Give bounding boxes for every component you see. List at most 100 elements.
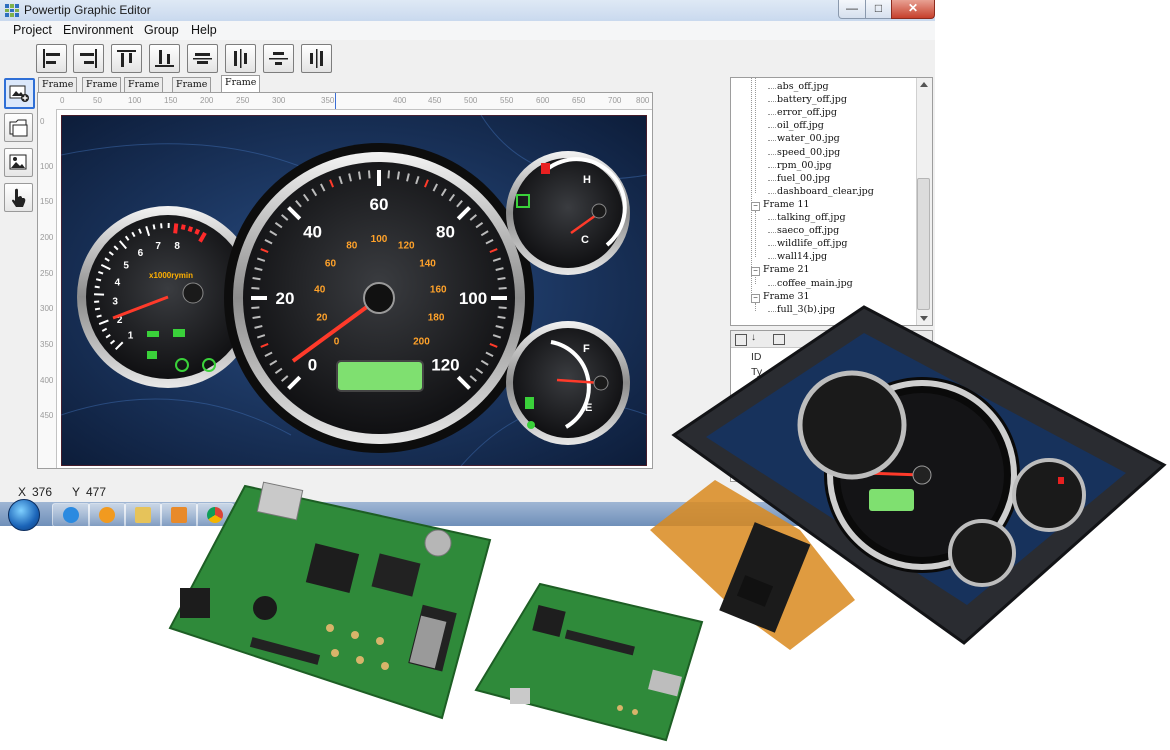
speed-label: 40 xyxy=(303,223,322,242)
tab-frame-21[interactable]: Frame 21 xyxy=(172,77,212,104)
app-icon xyxy=(5,4,19,17)
tree-connector xyxy=(768,258,776,260)
speed-inner-label: 100 xyxy=(371,234,388,245)
align-top-button[interactable] xyxy=(111,44,142,73)
scroll-up-arrow-icon[interactable] xyxy=(920,82,928,87)
picture-tool[interactable] xyxy=(4,148,33,177)
menu-group[interactable]: Group xyxy=(144,23,179,37)
ruler-h-label: 200 xyxy=(200,96,214,105)
fuel-pump-icon xyxy=(525,397,534,409)
align-left-icon xyxy=(43,49,60,68)
touch-tool[interactable] xyxy=(4,183,33,212)
speed-label: 100 xyxy=(459,289,487,308)
tab-frame-1[interactable]: Frame 1 xyxy=(82,77,122,104)
speed-inner-label: 0 xyxy=(334,336,340,347)
rpm-tick xyxy=(173,223,179,234)
speed-tick xyxy=(251,286,260,290)
dashboard-artwork[interactable]: 1234567 8 x1000rymin 02040608010012002040… xyxy=(61,115,647,466)
speed-inner-label: 20 xyxy=(316,313,328,324)
folder-icon xyxy=(135,507,151,523)
close-button[interactable]: ✕ xyxy=(891,0,935,19)
tree-image-node[interactable]: oil_off.jpg xyxy=(777,120,824,131)
distribute-vertical-button[interactable] xyxy=(301,44,332,73)
tree-image-node[interactable]: talking_off.jpg xyxy=(777,212,846,223)
menu-environment[interactable]: Environment xyxy=(63,23,133,37)
tree-image-node[interactable]: water_00.jpg xyxy=(777,133,840,144)
align-left-button[interactable] xyxy=(36,44,67,73)
fuel-gauge: F E xyxy=(506,321,630,445)
maximize-button[interactable]: □ xyxy=(865,0,892,19)
taskbar-media[interactable] xyxy=(88,503,126,527)
tree-image-node[interactable]: wall14.jpg xyxy=(777,251,827,262)
taskbar-explorer[interactable] xyxy=(124,503,162,527)
tree-collapse-icon[interactable]: − xyxy=(751,201,760,211)
resource-tree[interactable]: abs_off.jpg battery_off.jpg error_off.jpgo… xyxy=(730,77,933,326)
add-image-tool[interactable] xyxy=(4,78,35,109)
rpm-label: 4 xyxy=(115,277,121,288)
ruler-v-label: 0 xyxy=(40,117,45,126)
tree-connector xyxy=(768,88,776,89)
window-title: Powertip Graphic Editor xyxy=(24,3,151,17)
ruler-h-label: 50 xyxy=(93,96,102,105)
ruler-h-label: 800 xyxy=(636,96,650,105)
title-bar[interactable]: Powertip Graphic Editor — □ ✕ xyxy=(0,0,935,22)
align-right-button[interactable] xyxy=(73,44,104,73)
tab-frame-31[interactable]: Frame 31 xyxy=(221,75,261,102)
tree-image-node[interactable]: wildlife_off.jpg xyxy=(777,238,848,249)
tree-image-node[interactable]: battery_off.jpg xyxy=(777,94,847,105)
distribute-horizontal-button[interactable] xyxy=(225,44,256,73)
tree-image-node[interactable]: fuel_00.jpg xyxy=(777,173,830,184)
rpm-tick xyxy=(94,285,100,289)
speed-label: 20 xyxy=(276,289,295,308)
ruler-h-label: 550 xyxy=(500,96,514,105)
tree-image-node[interactable]: error_off.jpg xyxy=(777,107,837,118)
menu-help[interactable]: Help xyxy=(191,23,217,37)
tree-frame-node[interactable]: Frame 11 xyxy=(763,199,810,210)
tree-frame-node[interactable]: Frame 31 xyxy=(763,291,810,302)
speed-tick xyxy=(252,315,261,320)
tree-image-node[interactable]: rpm_00.jpg xyxy=(777,160,832,171)
design-canvas[interactable]: 0 50 100 150 200 250 300 350 400 450 500… xyxy=(37,92,653,469)
picture-icon xyxy=(9,154,27,170)
tree-image-node[interactable]: speed_00.jpg xyxy=(777,147,840,158)
tree-scrollbar[interactable] xyxy=(916,78,932,325)
ruler-h-label: 0 xyxy=(60,96,65,105)
tree-image-node[interactable]: dashboard_clear.jpg xyxy=(777,186,874,197)
tree-connector xyxy=(768,192,776,194)
ruler-v-label: 200 xyxy=(40,233,54,242)
start-button[interactable] xyxy=(8,499,40,531)
align-top-icon xyxy=(117,50,136,67)
distribute-horizontal-icon xyxy=(234,49,247,68)
ruler-h-label: 250 xyxy=(236,96,250,105)
ruler-h-label: 400 xyxy=(393,96,407,105)
rpm-unit-label: x1000rymin xyxy=(149,271,193,280)
pages-tool[interactable] xyxy=(4,113,33,142)
center-vertical-button[interactable] xyxy=(187,44,218,73)
tree-image-node[interactable]: coffee_main.jpg xyxy=(777,278,853,289)
pages-icon xyxy=(9,119,28,137)
horizontal-ruler: 0 50 100 150 200 250 300 350 400 450 500… xyxy=(38,93,652,110)
speed-tick xyxy=(498,286,507,290)
speed-inner-label: 80 xyxy=(346,241,358,252)
fuel-full-label: F xyxy=(583,343,590,355)
align-bottom-button[interactable] xyxy=(149,44,180,73)
tree-image-node[interactable]: abs_off.jpg xyxy=(777,81,829,92)
tree-frame-node[interactable]: Frame 21 xyxy=(763,264,810,275)
tab-frame-0[interactable]: Frame 0 xyxy=(38,77,78,104)
taskbar-ie[interactable] xyxy=(52,503,90,527)
minimize-button[interactable]: — xyxy=(838,0,866,19)
rpm-tick xyxy=(152,224,156,230)
rpm-tick xyxy=(95,278,102,282)
center-horizontal-button[interactable] xyxy=(263,44,294,73)
menu-project[interactable]: Project xyxy=(13,23,52,37)
tree-image-node[interactable]: saeco_off.jpg xyxy=(777,225,839,236)
tree-collapse-icon[interactable]: − xyxy=(751,267,760,277)
rpm-label: 1 xyxy=(128,330,134,341)
tree-connector xyxy=(768,179,776,181)
tab-frame-11[interactable]: Frame 11 xyxy=(124,77,164,104)
rpm-tick xyxy=(180,224,186,231)
scrollbar-thumb[interactable] xyxy=(917,178,930,310)
tree-collapse-icon[interactable]: − xyxy=(751,293,760,303)
mini-fuel-gauge xyxy=(948,519,1016,587)
speedometer-gauge: 0 20 40 60 80 100 120 0 20 40 60 80 100 120 140 160 180 2… xyxy=(224,143,534,453)
